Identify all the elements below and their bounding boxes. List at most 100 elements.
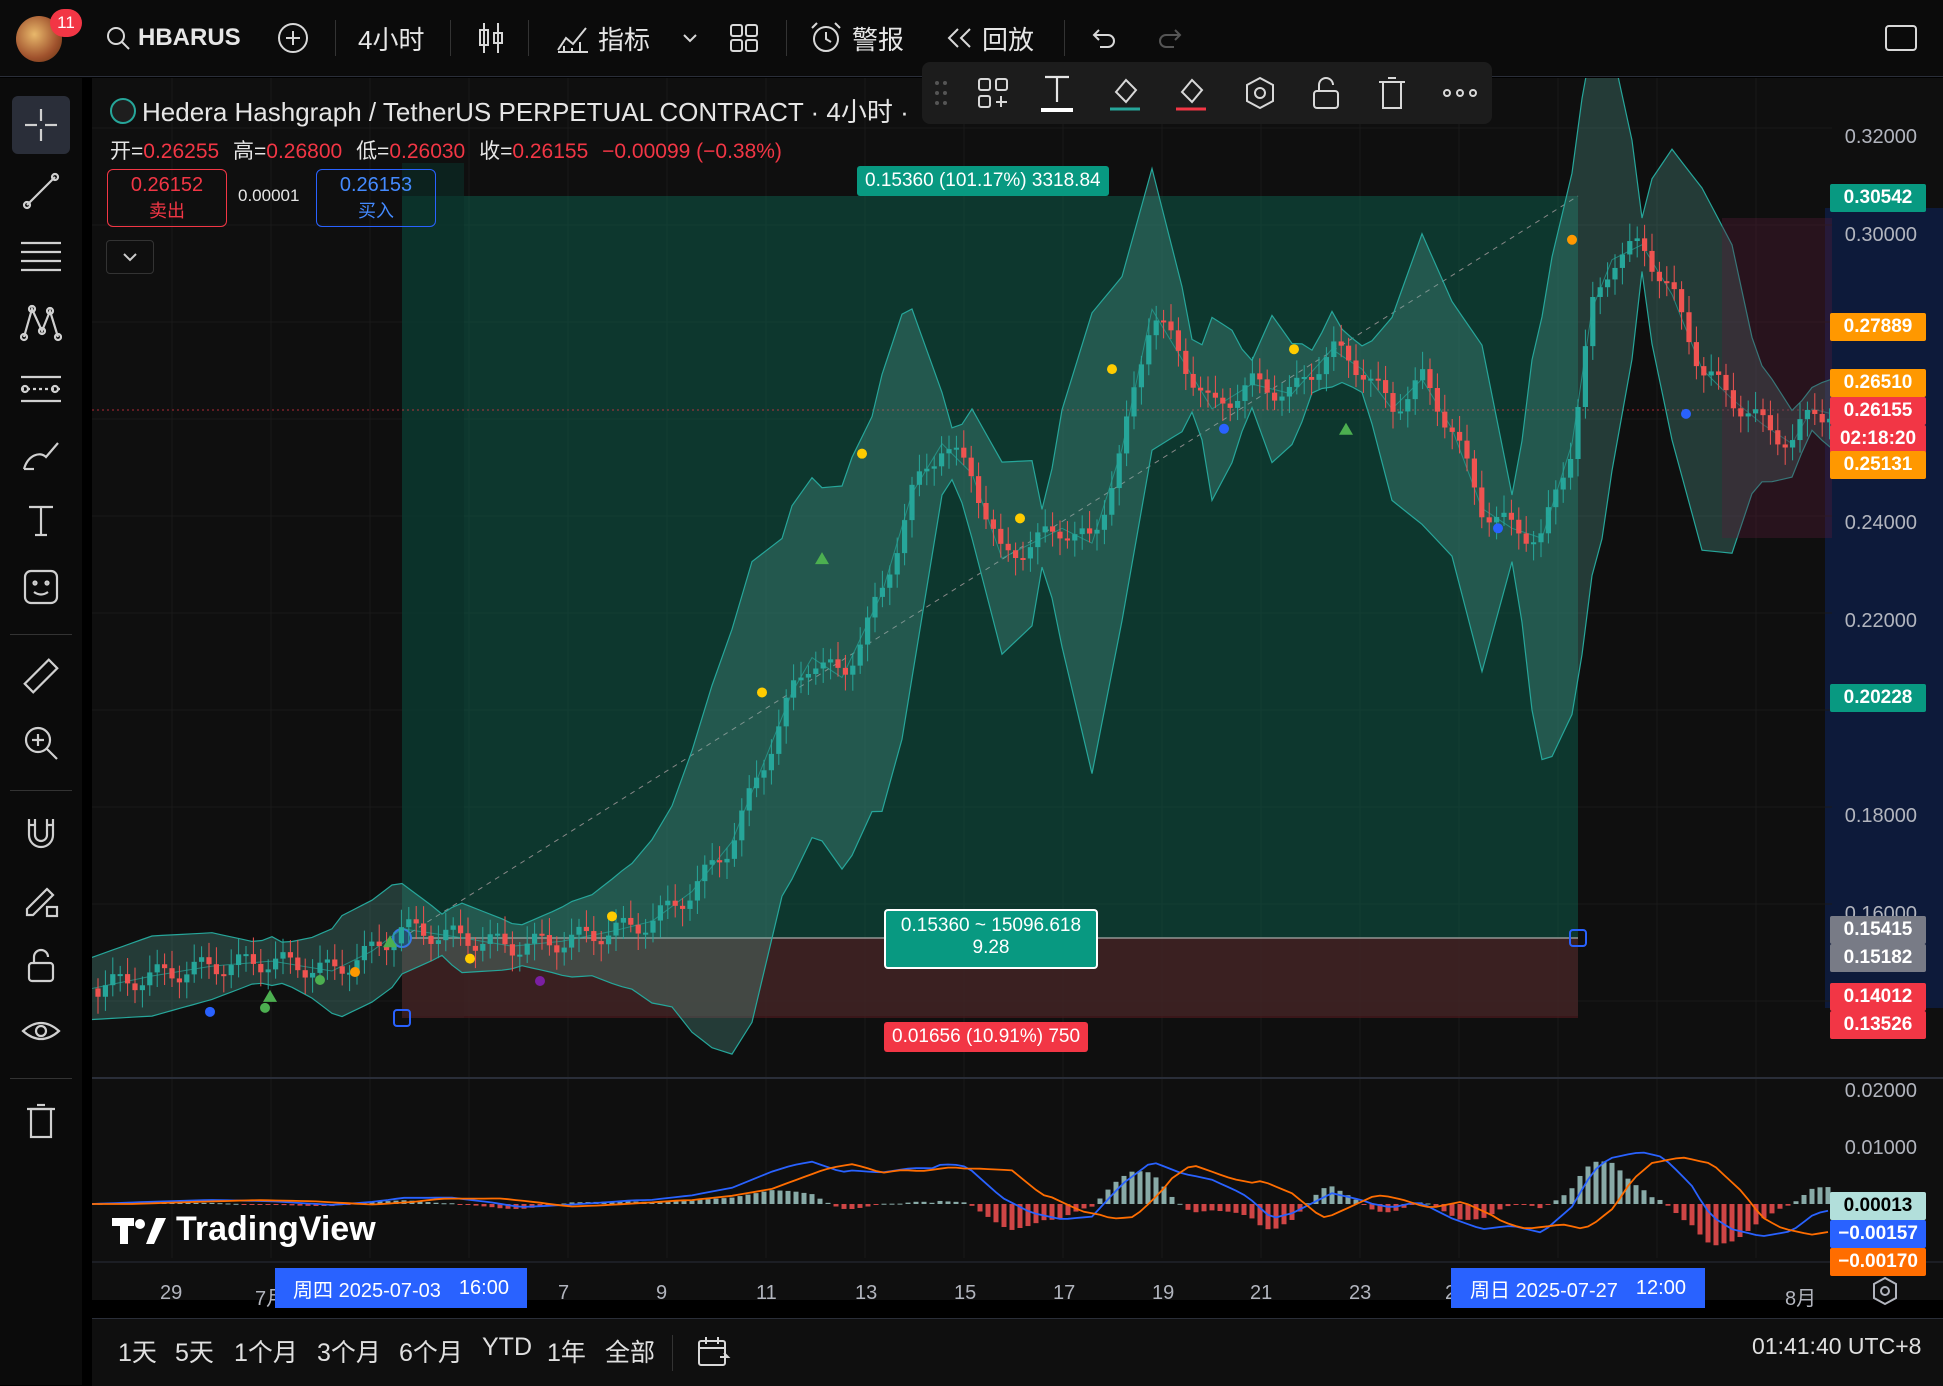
candle-body [1508, 512, 1514, 520]
close-value: 0.26155 [512, 140, 589, 163]
macd-histogram-bar [1057, 1204, 1063, 1219]
interval-button[interactable]: 4小时 [358, 18, 424, 58]
entry-qty: 9.28 [972, 937, 1010, 958]
macd-histogram-bar [225, 1203, 231, 1205]
candle-body [1745, 413, 1751, 417]
trash-icon[interactable] [1376, 75, 1408, 111]
axis-settings-icon[interactable] [1870, 1276, 1900, 1306]
chart-area[interactable] [92, 78, 1943, 1300]
indicators-button[interactable]: 指标 [556, 18, 650, 58]
candle-body [1153, 320, 1159, 336]
candle-body [1686, 312, 1692, 343]
trendline-tool[interactable] [12, 162, 70, 220]
line-color-icon[interactable] [1174, 72, 1208, 112]
candle-body [1538, 533, 1544, 543]
clock[interactable]: 01:41:40 UTC+8 [1752, 1333, 1921, 1360]
entry-text: 0.15360 ~ 15096.618 [900, 915, 1082, 936]
range-all[interactable]: 全部 [605, 1333, 655, 1369]
candle-body [1323, 357, 1329, 375]
macd-histogram-bar [465, 1204, 471, 1205]
chart-type-button[interactable] [476, 18, 506, 58]
signal-dot [535, 975, 545, 986]
candle-body [509, 944, 515, 956]
delete-tool[interactable] [12, 1092, 70, 1150]
chart-canvas[interactable] [92, 78, 1943, 1300]
candle-body [702, 864, 708, 882]
range-3m[interactable]: 3个月 [317, 1333, 381, 1369]
candle-body [1560, 477, 1566, 490]
ruler-tool[interactable] [12, 648, 70, 706]
candle-body [480, 943, 486, 951]
pattern-tool[interactable] [12, 294, 70, 352]
fill-color-icon[interactable] [1108, 72, 1142, 112]
macd-histogram-bar [1521, 1204, 1527, 1205]
macd-histogram-bar [1689, 1204, 1695, 1226]
undo-button[interactable] [1088, 18, 1118, 58]
compare-add-button[interactable] [276, 18, 310, 58]
price-tag: 0.20228 [1830, 684, 1926, 712]
fib-tool[interactable] [12, 228, 70, 286]
text-tool[interactable] [12, 492, 70, 550]
text-icon[interactable] [1040, 72, 1074, 112]
candle-body [1738, 408, 1744, 417]
candle-body [761, 770, 767, 778]
candle-body [162, 964, 168, 969]
crosshair-tool[interactable] [12, 96, 70, 154]
zoom-tool[interactable] [12, 714, 70, 772]
hide-tool[interactable] [12, 1002, 70, 1060]
candle-body [1427, 369, 1433, 389]
range-6m[interactable]: 6个月 [399, 1333, 463, 1369]
candle-body [1205, 390, 1211, 393]
layouts-button[interactable] [728, 18, 760, 58]
legend-collapse-button[interactable] [106, 240, 154, 274]
range-1m[interactable]: 1个月 [234, 1333, 298, 1369]
unlock-icon[interactable] [1310, 75, 1342, 111]
legend-title[interactable]: Hedera Hashgraph / TetherUS PERPETUAL CO… [142, 92, 909, 129]
interval-label: 4小时 [358, 24, 425, 55]
candle-body [1605, 279, 1611, 288]
macd-histogram-bar [809, 1194, 815, 1204]
candle-body [724, 858, 730, 863]
more-options-icon[interactable] [1442, 87, 1478, 99]
replay-button[interactable]: 回放 [944, 18, 1034, 58]
stop-text: 0.01656 (10.91%) 750 [892, 1026, 1081, 1047]
tradingview-watermark[interactable]: TradingView [112, 1210, 376, 1249]
chevron-down-icon [683, 34, 697, 43]
entry-label[interactable]: 0.15360 ~ 15096.618 9.28 [884, 909, 1098, 969]
candle-body [1664, 281, 1670, 284]
settings-hexagon-icon[interactable] [1242, 75, 1278, 111]
low-label: 低= [356, 140, 390, 163]
redo-button[interactable] [1156, 18, 1186, 58]
candle-body [1360, 375, 1366, 380]
brush-tool[interactable] [12, 426, 70, 484]
macd-histogram-bar [1745, 1204, 1751, 1231]
alert-button[interactable]: 警报 [808, 18, 904, 58]
candle-body [458, 925, 464, 934]
price-tick: 0.30000 [1844, 224, 1917, 246]
symbol-search[interactable]: HBARUSD [104, 18, 240, 58]
indicators-dropdown[interactable] [680, 18, 700, 58]
icon-tool[interactable] [12, 558, 70, 616]
signal-dot [1015, 513, 1025, 524]
range-1d[interactable]: 1天 [118, 1333, 157, 1369]
time-tick: 23 [1349, 1282, 1372, 1304]
goto-date-icon[interactable] [696, 1335, 732, 1369]
forecast-tool[interactable] [12, 360, 70, 418]
candle-body [465, 933, 471, 946]
drag-handle-icon[interactable] [934, 79, 948, 107]
template-icon[interactable] [976, 76, 1010, 110]
candle-body [1316, 374, 1322, 380]
range-5d[interactable]: 5天 [175, 1333, 214, 1369]
magnet-tool[interactable] [12, 804, 70, 862]
macd-histogram-bar [1025, 1204, 1031, 1227]
range-1y[interactable]: 1年 [547, 1333, 586, 1369]
lock-all-tool[interactable] [12, 936, 70, 994]
sell-button[interactable]: 0.26152 卖出 [107, 169, 227, 227]
lock-drawing-tool[interactable] [12, 870, 70, 928]
macd-histogram-bar [849, 1204, 855, 1209]
range-ytd[interactable]: YTD [482, 1333, 532, 1362]
macd-tag: −0.00170 [1830, 1248, 1926, 1276]
buy-button[interactable]: 0.26153 买入 [316, 169, 436, 227]
candle-body [1494, 517, 1500, 523]
fullscreen-button[interactable] [1884, 18, 1918, 58]
